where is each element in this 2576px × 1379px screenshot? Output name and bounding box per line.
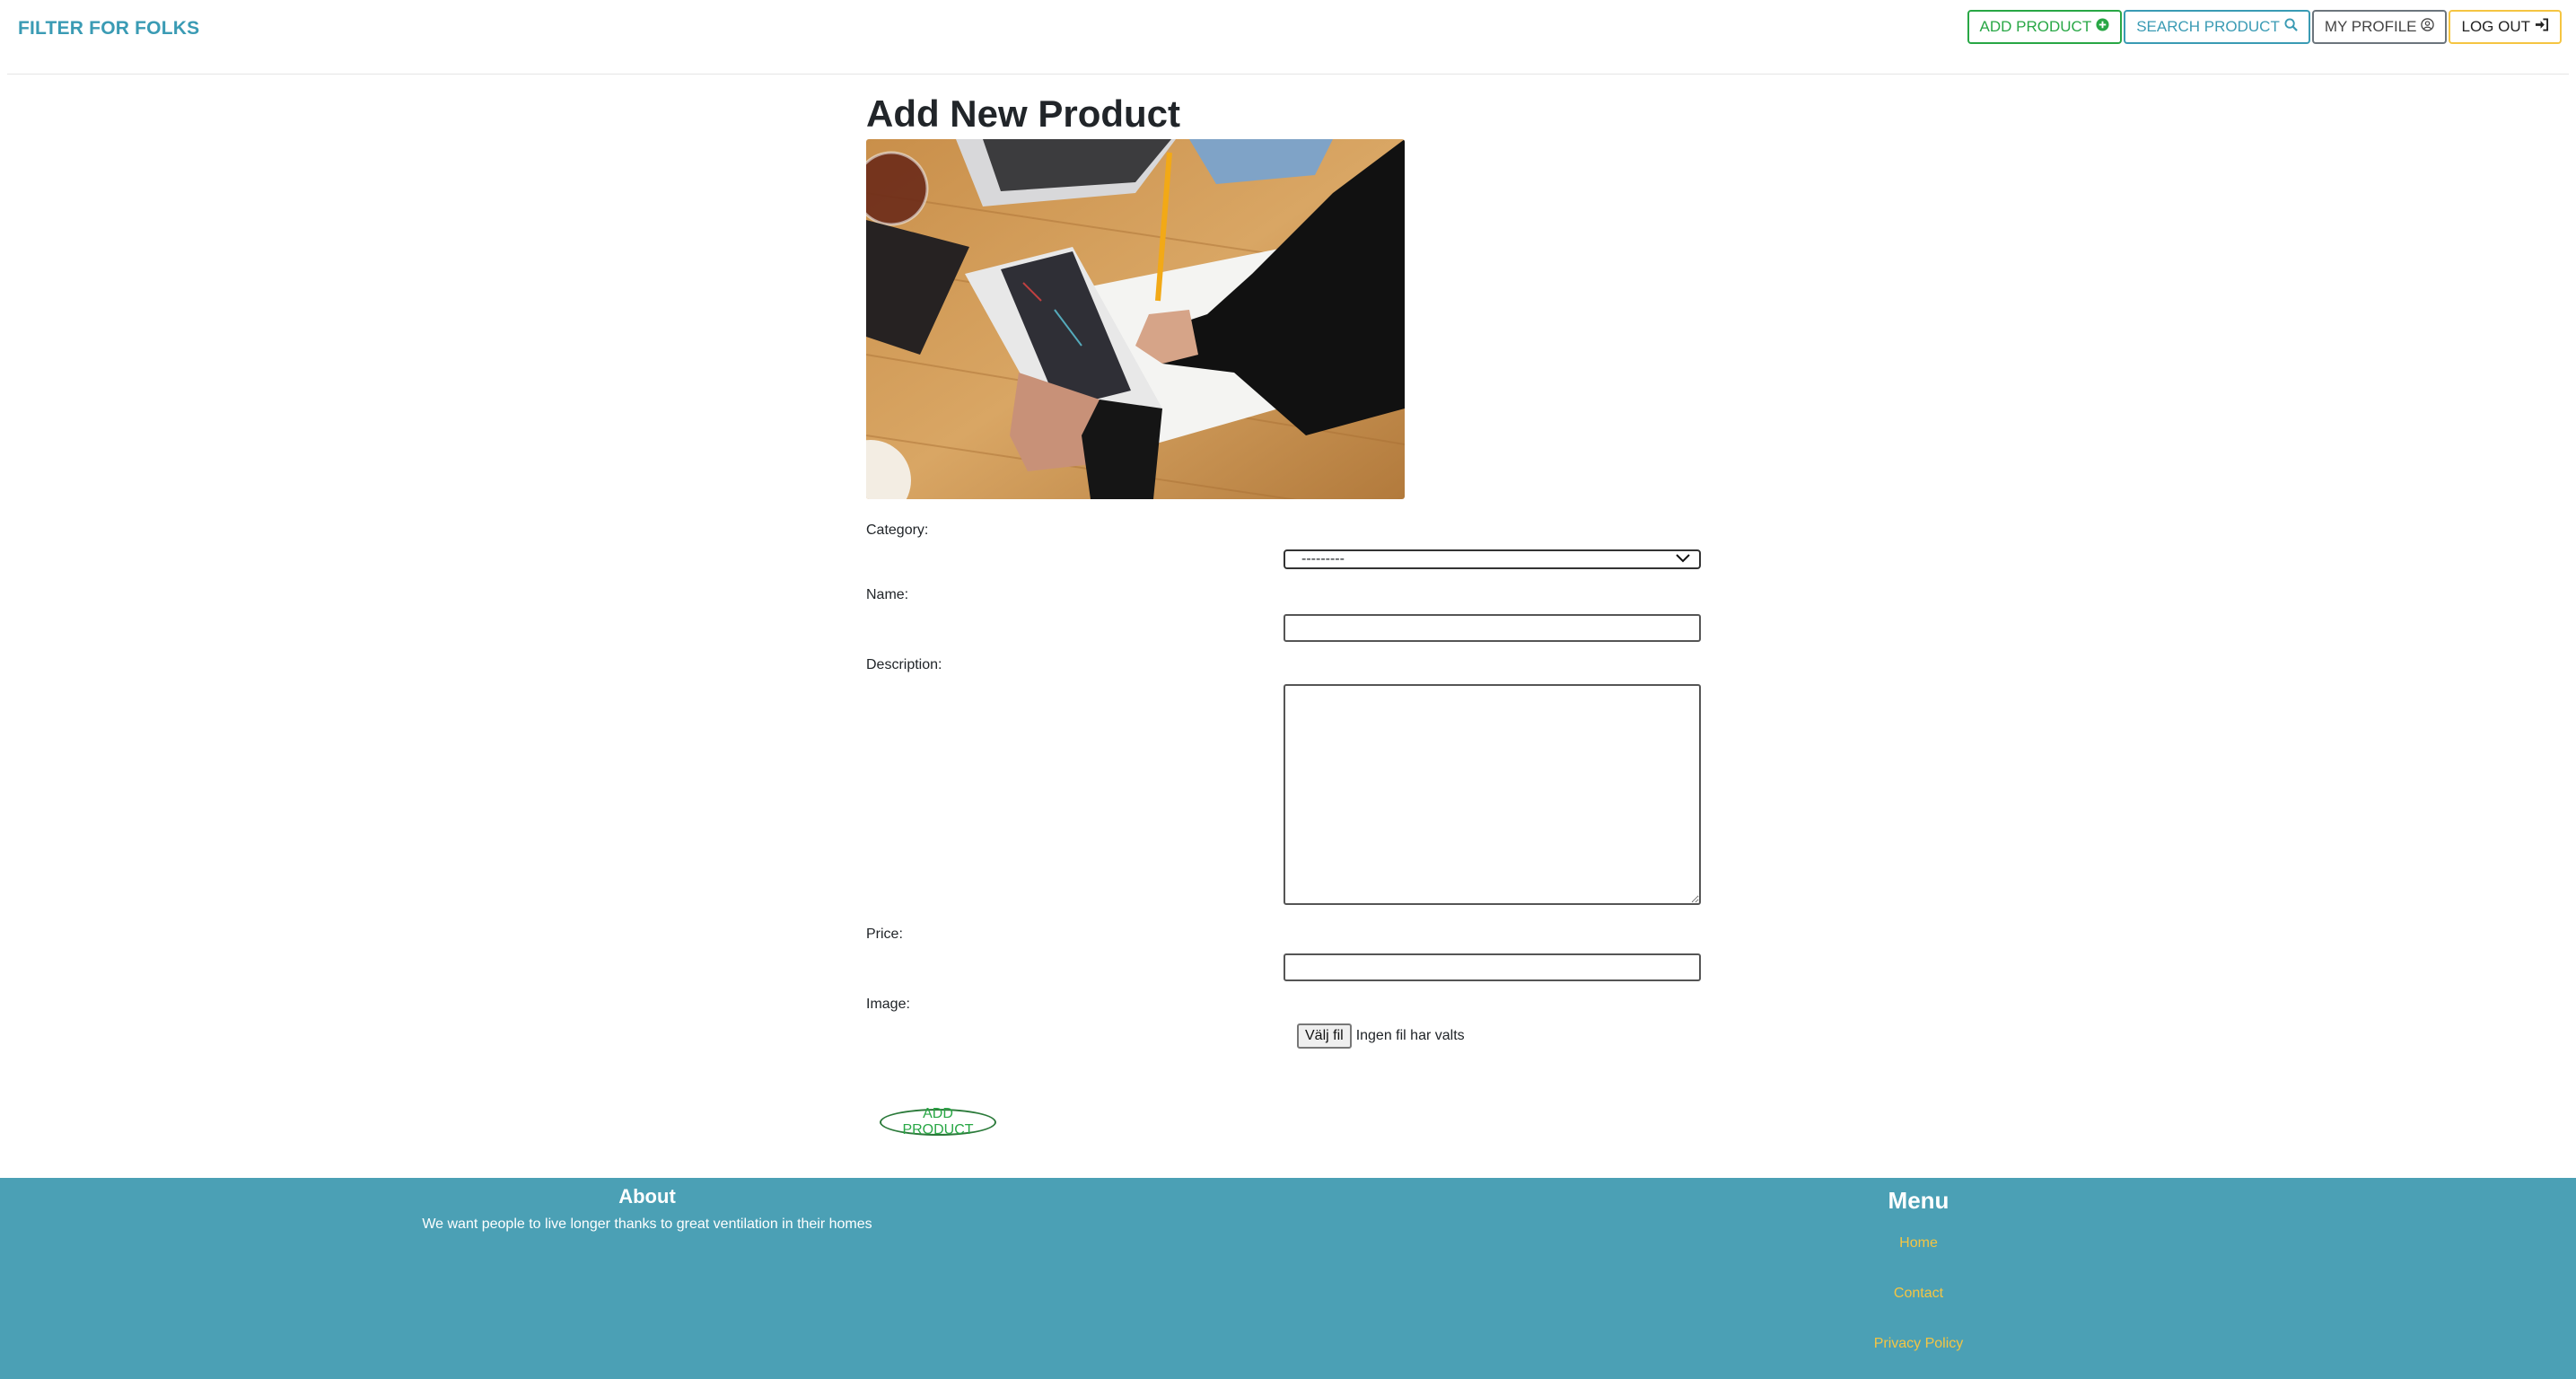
search-icon xyxy=(2284,18,2298,36)
header-divider xyxy=(7,74,2569,75)
top-navbar: FILTER FOR FOLKS ADD PRODUCT SEARCH PROD… xyxy=(0,0,2576,57)
nav-button-group: ADD PRODUCT SEARCH PRODUCT MY PROFILE LO… xyxy=(1967,10,2562,44)
name-input[interactable] xyxy=(1284,614,1701,642)
log-out-nav-label: LOG OUT xyxy=(2461,18,2530,35)
chevron-down-icon xyxy=(1676,552,1690,569)
file-status-text: Ingen fil har valts xyxy=(1355,1028,1465,1043)
search-product-nav-button[interactable]: SEARCH PRODUCT xyxy=(2124,10,2310,44)
add-product-submit-button[interactable]: ADD PRODUCT xyxy=(880,1106,996,1137)
my-profile-nav-label: MY PROFILE xyxy=(2324,18,2417,35)
log-out-nav-button[interactable]: LOG OUT xyxy=(2449,10,2562,44)
site-footer: About We want people to live longer than… xyxy=(0,1178,2576,1379)
page-title: Add New Product xyxy=(866,92,1181,135)
description-textarea[interactable] xyxy=(1284,684,1701,905)
add-product-nav-label: ADD PRODUCT xyxy=(1979,18,2092,35)
add-product-nav-button[interactable]: ADD PRODUCT xyxy=(1967,10,2123,44)
price-label: Price: xyxy=(866,927,903,942)
search-product-nav-label: SEARCH PRODUCT xyxy=(2136,18,2280,35)
product-hero-image xyxy=(866,139,1405,499)
my-profile-nav-button[interactable]: MY PROFILE xyxy=(2311,10,2448,44)
category-label: Category: xyxy=(866,523,929,538)
sign-in-icon xyxy=(2535,18,2549,36)
footer-link-contact[interactable]: Contact xyxy=(1737,1286,2100,1302)
brand-link[interactable]: FILTER FOR FOLKS xyxy=(18,18,199,40)
footer-about-text: We want people to live longer thanks to … xyxy=(422,1217,872,1232)
footer-link-home[interactable]: Home xyxy=(1737,1235,2100,1252)
plus-circle-icon xyxy=(2096,18,2109,36)
user-circle-icon xyxy=(2421,18,2435,36)
image-label: Image: xyxy=(866,997,910,1012)
category-selected-value: --------- xyxy=(1301,551,1345,567)
category-select[interactable]: --------- xyxy=(1284,549,1701,569)
name-label: Name: xyxy=(866,587,909,602)
description-label: Description: xyxy=(866,657,942,672)
footer-menu-title: Menu xyxy=(1888,1187,1950,1214)
price-input[interactable] xyxy=(1284,953,1701,981)
footer-about-title: About xyxy=(618,1185,676,1208)
choose-file-button[interactable]: Välj fil xyxy=(1297,1023,1352,1049)
footer-link-privacy-policy[interactable]: Privacy Policy xyxy=(1737,1336,2100,1352)
image-file-picker: Välj fil Ingen fil har valts xyxy=(1297,1023,1465,1049)
